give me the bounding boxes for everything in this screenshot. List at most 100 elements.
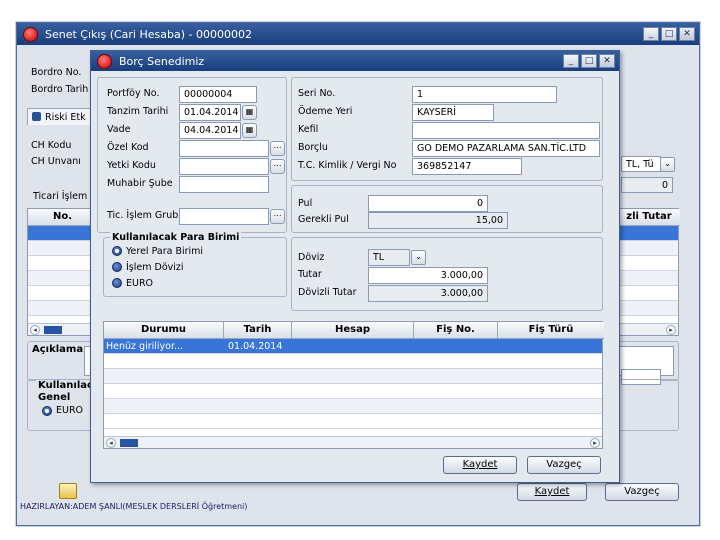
kaydet-label: Kaydet [462,459,498,470]
odeme-yeri-label: Ödeme Yeri [298,106,353,117]
notes-icon[interactable] [59,483,77,499]
col-hesap[interactable]: Hesap [292,322,414,339]
vade-input[interactable]: 04.04.2014 [179,122,241,139]
portfoy-no-input[interactable]: 00000004 [179,86,257,103]
borclu-input[interactable]: GO DEMO PAZARLAMA SAN.TİC.LTD [412,140,600,157]
scroll-right-icon[interactable]: ▸ [590,438,600,448]
pul-label: Pul [298,198,313,209]
calendar-icon[interactable]: ▦ [242,105,257,120]
yerel-para-label: Yerel Para Birimi [126,246,204,257]
col-fis-no[interactable]: Fiş No. [414,322,498,339]
left-fields-group: Portföy No. 00000004 Tanzim Tarihi 01.04… [97,77,287,233]
scroll-left-icon[interactable]: ◂ [106,438,116,448]
tc-kimlik-value: 369852147 [417,161,472,172]
odeme-yeri-input[interactable]: KAYSERİ [412,104,494,121]
bordro-tarih-label: Bordro Tarih [31,84,89,95]
kefil-input[interactable] [412,122,600,139]
back-window-title: Senet Çıkış (Cari Hesaba) - 00000002 [45,27,252,41]
ch-kodu-label: CH Kodu [31,140,72,151]
euro-option-radio[interactable] [112,278,122,288]
col-tarih[interactable]: Tarih [224,322,292,339]
kaydet-button[interactable]: Kaydet [443,456,517,474]
maximize-icon[interactable]: □ [661,27,677,41]
scroll-right-icon[interactable]: ▸ [666,325,676,335]
tanzim-tarihi-input[interactable]: 01.04.2014 [179,104,241,121]
col-durumu[interactable]: Durumu [104,322,224,339]
back-col-no[interactable]: No. [28,209,98,226]
chevron-down-icon[interactable]: ⌄ [660,157,675,172]
tc-kimlik-input[interactable]: 369852147 [412,158,522,175]
right-fields-group: Seri No. 1 Ödeme Yeri KAYSERİ Kefil Borç… [291,77,603,181]
tutar-input[interactable]: 3.000,00 [368,267,488,284]
doviz-value: TL [373,252,385,263]
ozel-kod-input[interactable] [179,140,269,157]
yerel-para-radio[interactable] [112,246,122,256]
ellipsis-icon[interactable]: ⋯ [270,209,285,224]
tab-riski-etk[interactable]: Riski Etk [27,108,91,125]
dialog-maximize-icon[interactable]: □ [581,54,597,68]
portfoy-no-label: Portföy No. [107,88,160,99]
currency-combo[interactable]: TL, Tü [621,156,661,172]
ozel-kod-label: Özel Kod [107,142,149,153]
scroll-left-icon[interactable]: ◂ [30,325,40,335]
close-icon[interactable]: ✕ [679,27,695,41]
bordro-no-label: Bordro No. [31,67,82,78]
seri-no-input[interactable]: 1 [412,86,557,103]
back-kaydet-label: Kaydet [534,486,570,497]
gerekli-pul-field: 15,00 [368,212,508,229]
back-kaydet-button[interactable]: Kaydet [517,483,587,501]
ellipsis-icon[interactable]: ⋯ [270,141,285,156]
dialog-title-bar: Borç Senedimiz _ □ ✕ [91,51,619,71]
table-row-empty[interactable] [104,414,602,429]
kefil-label: Kefil [298,124,319,135]
col-fis-turu[interactable]: Fiş Türü [498,322,604,339]
row-durumu: Henüz giriliyor... [106,341,184,352]
vade-label: Vade [107,124,131,135]
vade-value: 04.04.2014 [184,125,239,136]
pul-input[interactable]: 0 [368,195,488,212]
back-vazgec-label: Vazgeç [624,486,660,497]
tutar-label: Tutar [298,269,322,280]
borclu-label: Borçlu [298,142,328,153]
vazgec-button[interactable]: Vazgeç [527,456,601,474]
fis-table: Durumu Tarih Hesap Fiş No. Fiş Türü Henü… [103,321,604,449]
ellipsis-icon[interactable]: ⋯ [270,159,285,174]
doviz-label: Döviz [298,252,325,263]
dialog-close-icon[interactable]: ✕ [599,54,615,68]
gerekli-pul-value: 15,00 [475,215,503,226]
table-row-empty[interactable] [104,399,602,414]
gerekli-pul-label: Gerekli Pul [298,214,349,225]
tab-icon [32,112,41,121]
islem-dovizi-radio[interactable] [112,262,122,272]
minimize-icon[interactable]: _ [643,27,659,41]
pul-group: Pul 0 Gerekli Pul 15,00 [291,185,603,233]
dovizli-tutar-label: Dövizli Tutar [298,287,357,298]
muhabir-sube-input[interactable] [179,176,269,193]
scroll-thumb[interactable] [44,326,62,334]
tc-kimlik-label: T.C. Kimlik / Vergi No [298,160,397,171]
tic-islem-grubu-input[interactable] [179,208,269,225]
euro-radio[interactable] [42,406,52,416]
back-col-tutar[interactable]: zli Tutar [618,209,680,226]
ticari-islem-label: Ticari İşlem [33,191,88,202]
calendar-icon[interactable]: ▦ [242,123,257,138]
para-birimi-title: Kullanılacak Para Birimi [110,232,242,243]
table-row-empty[interactable] [104,369,602,384]
right-number-value: 0 [661,180,668,191]
yetki-kodu-label: Yetki Kodu [107,160,156,171]
tanzim-tarihi-label: Tanzim Tarihi [107,106,169,117]
dovizli-tutar-value: 3.000,00 [440,288,483,299]
tab-riski-etk-label: Riski Etk [45,112,86,123]
scroll-thumb[interactable] [120,439,138,447]
back-vazgec-button[interactable]: Vazgeç [605,483,679,501]
table-row-empty[interactable] [104,354,602,369]
yetki-kodu-input[interactable] [179,158,269,175]
table-row-empty[interactable] [104,384,602,399]
table-scrollbar[interactable]: ◂ ▸ [104,436,602,448]
seri-no-value: 1 [417,89,424,100]
doviz-select[interactable]: TL [368,249,410,266]
table-row[interactable]: Henüz giriliyor... 01.04.2014 [104,339,602,354]
vazgec-label: Vazgeç [546,459,582,470]
chevron-down-icon[interactable]: ⌄ [411,250,426,265]
dialog-minimize-icon[interactable]: _ [563,54,579,68]
